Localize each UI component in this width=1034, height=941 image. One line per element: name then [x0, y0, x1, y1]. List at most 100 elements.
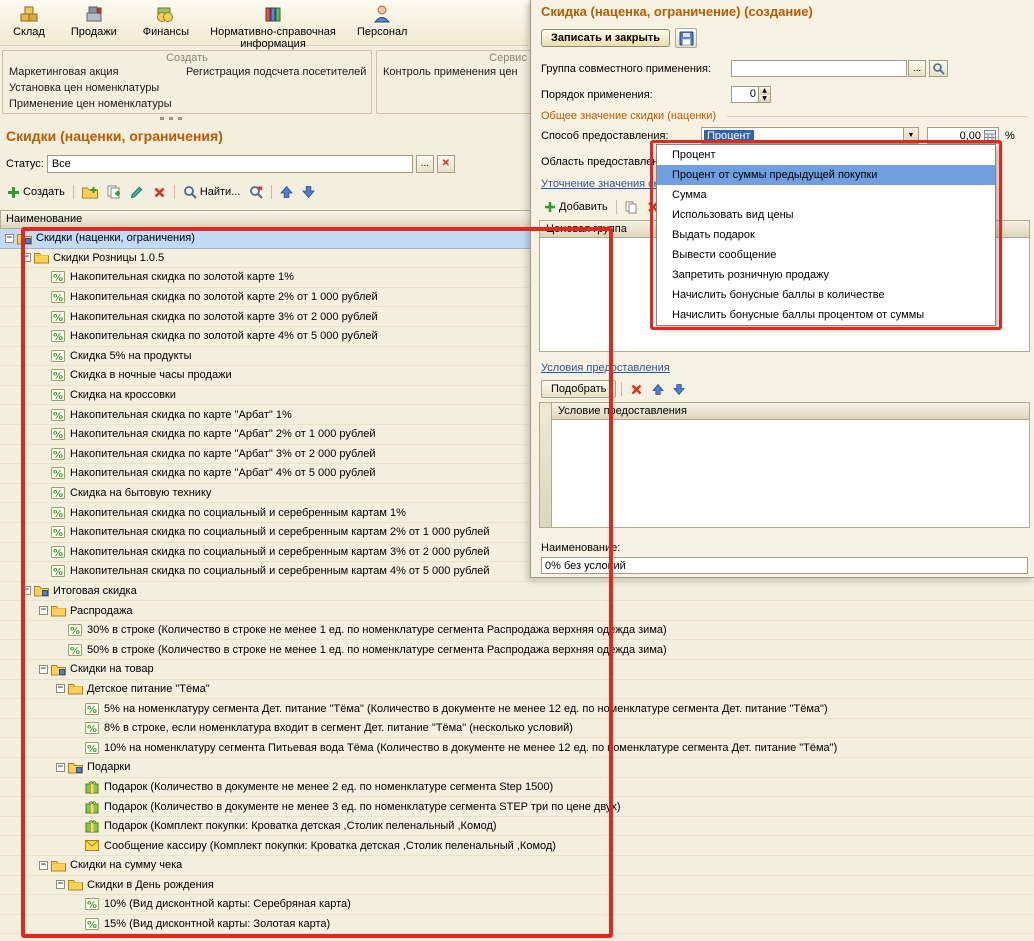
status-clear-button[interactable]: ✕ [437, 155, 455, 173]
discount-icon: % [85, 917, 101, 931]
expander-placeholder [39, 547, 48, 556]
tree-row-label: Накопительная скидка по золотой карте 3%… [70, 311, 378, 323]
tab-label: Нормативно-справочная информация [204, 26, 342, 50]
command-set-item-prices[interactable]: Установка цен номенклатуры [9, 82, 159, 94]
collapse-icon[interactable]: − [56, 684, 65, 693]
create-group-button[interactable] [79, 184, 101, 200]
dropdown-item[interactable]: Процент [657, 145, 995, 165]
add-icon [544, 201, 556, 213]
cancel-search-button[interactable] [246, 184, 266, 200]
refine-value-link[interactable]: Уточнение значения ски... [541, 178, 674, 190]
tree-row[interactable]: %10% на номенклатуру сегмента Питьевая в… [0, 738, 1034, 758]
status-ellipsis-button[interactable]: ... [416, 155, 434, 173]
tree-row[interactable]: %15% (Вид дисконтной карты: Золотая карт… [0, 915, 1034, 935]
dropdown-item[interactable]: Вывести сообщение [657, 245, 995, 265]
save-button[interactable] [675, 28, 697, 48]
tab-reference-info[interactable]: Нормативно-справочная информация [202, 0, 344, 50]
copy-button[interactable] [104, 184, 124, 200]
collapse-icon[interactable]: − [39, 606, 48, 615]
method-combo[interactable]: Процент ▼ [701, 127, 919, 144]
find-button[interactable]: Найти... [180, 184, 244, 200]
tree-row[interactable]: %30% в строке (Количество в строке не ме… [0, 621, 1034, 641]
copy-row-button[interactable] [622, 200, 641, 215]
tree-row[interactable]: Сообщение кассиру (Комплект покупки: Кро… [0, 836, 1034, 856]
condition-up-button[interactable] [649, 382, 667, 397]
name-input[interactable]: 0% без условий [541, 557, 1028, 574]
expander-placeholder [73, 704, 82, 713]
spin-up-icon[interactable]: ▲ [759, 87, 770, 95]
collapse-icon[interactable]: − [39, 665, 48, 674]
condition-column-header[interactable]: Условие предоставления [551, 402, 1030, 420]
discount-icon: % [51, 564, 67, 578]
command-price-control[interactable]: Контроль применения цен [383, 66, 518, 78]
group-select-button[interactable]: ... [908, 60, 926, 77]
calculator-icon[interactable] [984, 130, 996, 142]
dropdown-item[interactable]: Выдать подарок [657, 225, 995, 245]
delete-condition-button[interactable] [627, 382, 646, 397]
conditions-link[interactable]: Условия предоставления [541, 362, 670, 374]
tree-row[interactable]: −Скидки в День рождения [0, 876, 1034, 896]
svg-text:%: % [53, 332, 63, 343]
command-marketing-action[interactable]: Маркетинговая акция [9, 66, 119, 78]
tree-row[interactable]: Подарок (Количество в документе не менее… [0, 778, 1034, 798]
conditions-toolbar: Подобрать [541, 380, 688, 398]
collapse-icon[interactable]: − [39, 861, 48, 870]
dropdown-item[interactable]: Сумма [657, 185, 995, 205]
tree-row[interactable]: −Распродажа [0, 601, 1034, 621]
collapse-icon[interactable]: − [56, 880, 65, 889]
tree-row[interactable]: Подарок (Количество в документе не менее… [0, 797, 1034, 817]
command-visitor-count[interactable]: Регистрация подсчета посетителей [186, 66, 366, 78]
tab-finance[interactable]: Финансы [130, 0, 202, 38]
tree-row[interactable]: −Скидки на товар [0, 660, 1034, 680]
expander-placeholder [73, 841, 82, 850]
delete-button[interactable] [150, 185, 169, 200]
tree-row[interactable]: −Скидки на сумму чека [0, 856, 1034, 876]
collapse-icon[interactable]: − [5, 234, 14, 243]
collapse-icon[interactable]: − [56, 763, 65, 772]
discount-icon: % [85, 721, 101, 735]
spinner-buttons[interactable]: ▲▼ [758, 87, 770, 102]
chevron-down-icon[interactable]: ▼ [903, 128, 918, 143]
tree-row[interactable]: −Итоговая скидка [0, 582, 1034, 602]
tree-row[interactable]: %5% на номенклатуру сегмента Дет. питани… [0, 699, 1034, 719]
dropdown-item[interactable]: Использовать вид цены [657, 205, 995, 225]
dropdown-item[interactable]: Начислить бонусные баллы процентом от су… [657, 305, 995, 325]
spin-down-icon[interactable]: ▼ [759, 95, 770, 103]
status-filter-input[interactable]: Все [47, 155, 413, 173]
tree-row[interactable]: %10% (Вид дисконтной карты: Серебряная к… [0, 895, 1034, 915]
command-apply-item-prices[interactable]: Применение цен номенклатуры [9, 98, 172, 110]
delete-icon [153, 186, 166, 199]
order-spinner[interactable]: 0 ▲▼ [731, 86, 771, 103]
move-up-button[interactable] [277, 184, 296, 200]
tree-row[interactable]: Подарок (Комплект покупки: Кроватка детс… [0, 817, 1034, 837]
add-row-button[interactable]: Добавить [541, 200, 611, 214]
tab-warehouse[interactable]: Склад [0, 0, 58, 38]
tree-row[interactable]: −Детское питание "Тёма" [0, 680, 1034, 700]
tab-personnel[interactable]: Персонал [344, 0, 421, 38]
collapse-icon[interactable]: − [22, 253, 31, 262]
move-down-button[interactable] [299, 184, 318, 200]
group-search-button[interactable] [929, 60, 948, 77]
gift-icon [85, 780, 101, 794]
amount-input[interactable]: 0,00 [927, 127, 999, 144]
condition-table[interactable] [551, 420, 1030, 528]
discount-icon: % [85, 702, 101, 716]
save-close-button[interactable]: Записать и закрыть [541, 29, 670, 47]
tree-row-label: Подарок (Комплект покупки: Кроватка детс… [104, 820, 497, 832]
tab-sales[interactable]: Продажи [58, 0, 130, 38]
collapse-icon[interactable]: − [22, 586, 31, 595]
svg-text:%: % [53, 489, 63, 500]
tree-row[interactable]: %8% в строке, если номенклатура входит в… [0, 719, 1034, 739]
pick-button[interactable]: Подобрать [541, 380, 616, 398]
splitter-grip[interactable] [160, 117, 182, 120]
dropdown-item[interactable]: Начислить бонусные баллы в количестве [657, 285, 995, 305]
dropdown-item[interactable]: Запретить розничную продажу [657, 265, 995, 285]
condition-down-button[interactable] [670, 382, 688, 397]
edit-button[interactable] [127, 184, 147, 200]
group-apply-input[interactable] [731, 60, 907, 77]
create-button[interactable]: Создать [4, 185, 68, 200]
tree-row[interactable]: %50% в строке (Количество в строке не ме… [0, 640, 1034, 660]
person-icon [371, 3, 393, 25]
tree-row[interactable]: −Подарки [0, 758, 1034, 778]
dropdown-item[interactable]: Процент от суммы предыдущей покупки [657, 165, 995, 185]
